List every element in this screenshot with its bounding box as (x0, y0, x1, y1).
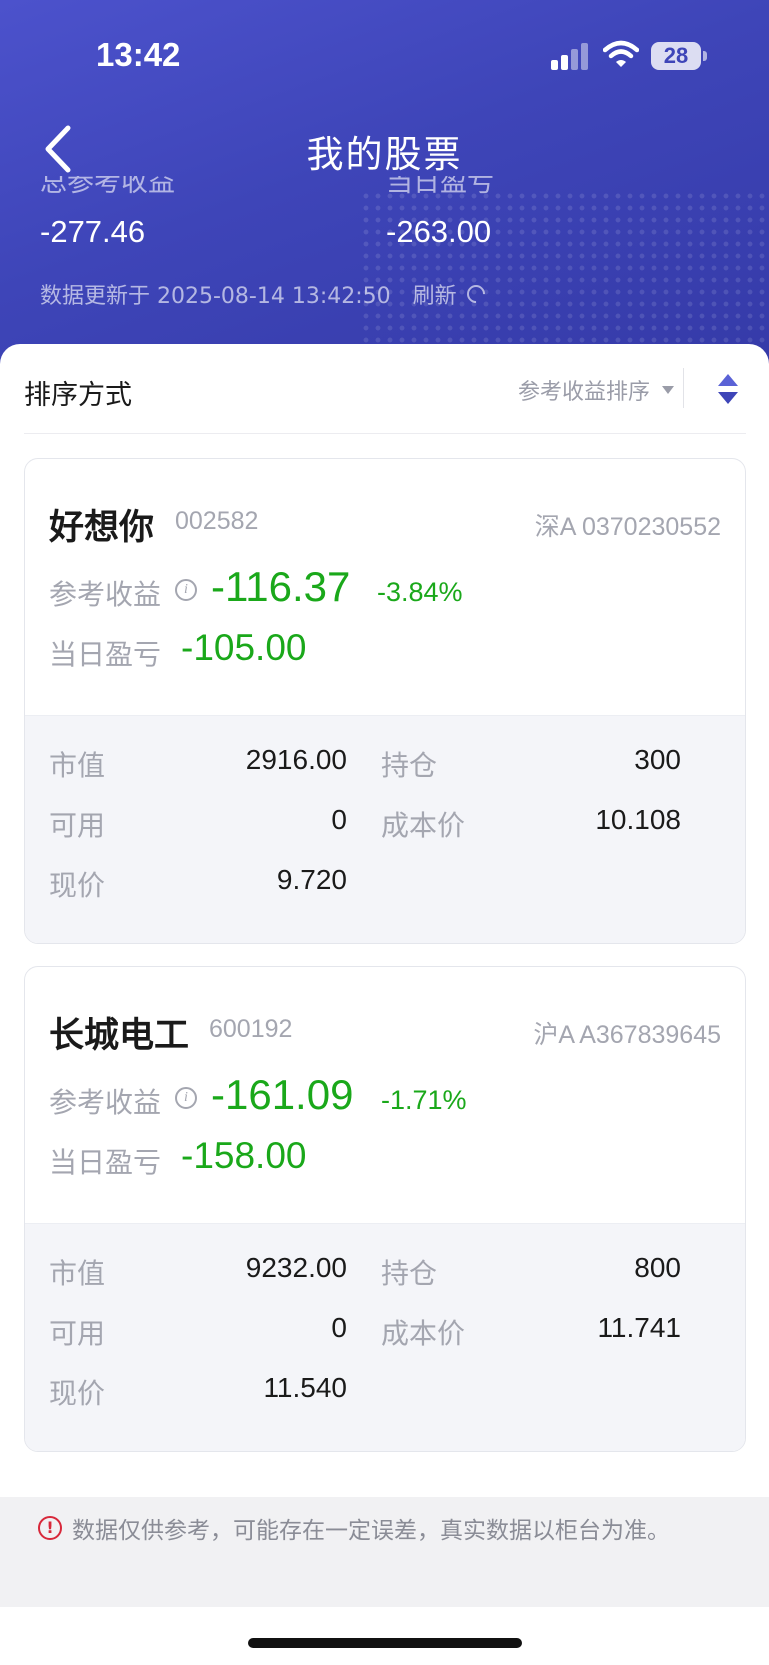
wifi-icon (603, 40, 639, 67)
stock-name: 好想你 (49, 508, 155, 548)
total-value: -277.46 (40, 214, 146, 249)
stock-account: 深A 0370230552 (534, 513, 721, 541)
daily-label: 当日盈亏 (49, 638, 162, 671)
cost-label: 成本价 (381, 1317, 466, 1350)
dropdown-icon (662, 386, 674, 394)
sort-select[interactable]: 参考收益排序 (518, 374, 674, 406)
ref-value: -161.09 (211, 1071, 354, 1118)
header: 13:42 28 我的股票 总参考收益 当日盈亏 -277.46 -263.00… (0, 0, 769, 370)
disclaimer-text: 数据仅供参考，可能存在一定误差，真实数据以柜台为准。 (72, 1518, 670, 1544)
market-value: 9232.00 (245, 1252, 347, 1283)
info-icon[interactable]: i (175, 579, 197, 601)
ref-pct: -3.84% (377, 577, 463, 607)
price-label: 现价 (49, 1377, 106, 1410)
stock-code: 002582 (175, 507, 259, 535)
refresh-icon (462, 281, 489, 307)
cost-value: 10.108 (595, 804, 681, 835)
market-value: 2916.00 (245, 744, 347, 775)
available-value: 0 (331, 1312, 347, 1343)
market-value-label: 市值 (49, 749, 106, 782)
stock-code: 600192 (209, 1015, 293, 1043)
ref-label: 参考收益 (49, 1086, 162, 1119)
status-time: 13:42 (96, 36, 181, 73)
price-value: 9.720 (276, 864, 347, 895)
stock-card[interactable]: 长城电工 600192 沪A A367839645 参考收益 i -161.09… (24, 966, 746, 1452)
available-label: 可用 (49, 809, 106, 842)
warning-icon: ! (38, 1516, 62, 1540)
sort-row: 排序方式 参考收益排序 (24, 344, 746, 434)
refresh-button[interactable]: 刷新 (412, 278, 489, 310)
daily-value: -158.00 (181, 1135, 307, 1176)
daily-value: -263.00 (386, 214, 492, 249)
ref-pct: -1.71% (381, 1085, 467, 1115)
stock-account: 沪A A367839645 (533, 1021, 721, 1049)
position-value: 300 (634, 744, 681, 775)
price-value: 11.540 (263, 1372, 347, 1403)
sort-toggle-icon[interactable] (716, 372, 740, 406)
signal-icon (551, 42, 591, 70)
cost-label: 成本价 (381, 809, 466, 842)
refresh-label: 刷新 (412, 284, 457, 309)
price-label: 现价 (49, 869, 106, 902)
stock-detail: 市值 2916.00 持仓 300 可用 0 成本价 10.108 现价 9.7… (25, 715, 745, 943)
disclaimer-notice: ! 数据仅供参考，可能存在一定误差，真实数据以柜台为准。 (0, 1497, 769, 1607)
daily-label: 当日盈亏 (386, 176, 494, 198)
ref-label: 参考收益 (49, 578, 162, 611)
info-icon[interactable]: i (175, 1087, 197, 1109)
total-label: 总参考收益 (40, 176, 175, 198)
divider (683, 368, 684, 408)
battery-tip (703, 51, 707, 61)
page-title: 我的股票 (306, 133, 463, 176)
home-indicator[interactable] (248, 1638, 522, 1648)
update-row: 数据更新于 2025-08-14 13:42:50 刷新 (40, 278, 489, 310)
sort-selected: 参考收益排序 (517, 380, 650, 405)
cost-value: 11.741 (597, 1312, 681, 1343)
battery-icon: 28 (651, 42, 701, 70)
position-value: 800 (634, 1252, 681, 1283)
stock-detail: 市值 9232.00 持仓 800 可用 0 成本价 11.741 现价 11.… (25, 1223, 745, 1451)
stock-name: 长城电工 (49, 1016, 190, 1056)
daily-value: -105.00 (181, 627, 307, 668)
ref-value: -116.37 (211, 563, 351, 610)
position-label: 持仓 (381, 749, 438, 782)
daily-label: 当日盈亏 (49, 1146, 162, 1179)
sort-title: 排序方式 (24, 380, 132, 411)
available-value: 0 (331, 804, 347, 835)
market-value-label: 市值 (49, 1257, 106, 1290)
available-label: 可用 (49, 1317, 106, 1350)
position-label: 持仓 (381, 1257, 438, 1290)
update-time: 数据更新于 2025-08-14 13:42:50 (40, 284, 391, 309)
stock-sheet: 排序方式 参考收益排序 好想你 002582 深A 0370230552 参考收… (0, 344, 769, 1665)
stock-card[interactable]: 好想你 002582 深A 0370230552 参考收益 i -116.37 … (24, 458, 746, 944)
